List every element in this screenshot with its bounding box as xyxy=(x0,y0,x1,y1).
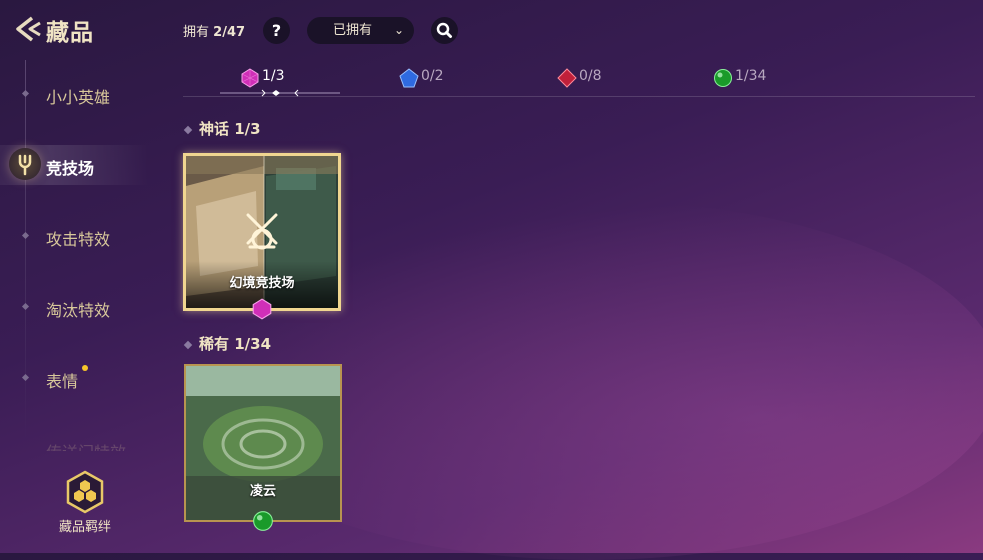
tab-count: 1/3 xyxy=(262,68,285,84)
new-indicator-dot xyxy=(82,365,88,371)
section-bullet xyxy=(183,125,193,134)
owned-label: 拥有 xyxy=(183,25,210,40)
legendary-gem-icon xyxy=(557,68,577,88)
help-button[interactable]: ? xyxy=(263,17,290,44)
sidebar-item-label: 传送门特效 xyxy=(46,439,126,451)
sidebar-item-emotes[interactable]: 表情 xyxy=(0,358,165,398)
sidebar-item-portal-effects[interactable]: 传送门特效 xyxy=(0,429,165,451)
sidebar-item-label: 攻击特效 xyxy=(46,230,111,249)
sidebar-item-label: 小小英雄 xyxy=(46,88,111,107)
section-rare-header: 稀有 1/34 xyxy=(183,333,272,354)
tab-indicator xyxy=(220,89,340,97)
tab-count: 0/2 xyxy=(421,68,444,84)
arena-icon xyxy=(9,148,41,180)
sidebar-item-elimination-effects[interactable]: 淘汰特效 xyxy=(0,287,165,327)
collection-bond-label: 藏品羁绊 xyxy=(58,520,111,535)
owned-filter-dropdown[interactable]: 已拥有 ⌄ xyxy=(307,17,414,44)
header: 藏品 拥有 2/47 ? 已拥有 ⌄ xyxy=(0,0,983,60)
page-title: 藏品 xyxy=(46,20,94,46)
sidebar-item-label: 竞技场 xyxy=(46,159,95,178)
epic-gem-icon xyxy=(399,68,419,88)
search-icon xyxy=(436,22,452,38)
sidebar-item-label: 淘汰特效 xyxy=(46,301,111,320)
sidebar-item-attack-effects[interactable]: 攻击特效 xyxy=(0,216,165,256)
chevron-down-icon: ⌄ xyxy=(393,23,404,37)
filter-selected: 已拥有 xyxy=(333,23,373,38)
bullet-dot xyxy=(21,89,30,98)
arena-card-rare[interactable]: 凌云 xyxy=(184,364,342,531)
card-title: 幻境竞技场 xyxy=(229,276,295,291)
mythic-gem-icon xyxy=(252,298,272,320)
mythic-gem-icon xyxy=(241,68,259,88)
sidebar: 小小英雄 竞技场 攻击特效 淘汰特效 表情 传送门特效 xyxy=(0,60,165,460)
arena-card-mythic[interactable]: 幻境竞技场 xyxy=(183,153,341,320)
section-title: 稀有 1/34 xyxy=(199,335,272,353)
sidebar-item-label: 表情 xyxy=(46,372,79,391)
bullet-dot xyxy=(21,231,30,240)
bullet-dot xyxy=(21,302,30,311)
sidebar-item-little-legends[interactable]: 小小英雄 xyxy=(0,74,165,114)
sidebar-item-arena[interactable]: 竞技场 xyxy=(0,145,165,185)
card-title: 凌云 xyxy=(249,484,276,499)
back-arrow-icon[interactable] xyxy=(12,14,42,44)
search-button[interactable] xyxy=(431,17,458,44)
honeycomb-icon xyxy=(66,470,104,514)
tab-count: 0/8 xyxy=(579,68,602,84)
tab-count: 1/34 xyxy=(735,68,767,84)
collection-bond-button[interactable]: 藏品羁绊 xyxy=(50,470,120,540)
owned-counter: 拥有 2/47 xyxy=(183,21,245,40)
section-title: 神话 1/3 xyxy=(199,120,261,138)
rarity-tabs: 1/3 0/2 0/8 1/34 xyxy=(183,60,975,97)
bullet-dot xyxy=(21,373,30,382)
owned-count: 2/47 xyxy=(213,25,246,40)
section-bullet xyxy=(183,340,193,349)
rare-gem-icon xyxy=(253,511,273,531)
section-mythic-header: 神话 1/3 xyxy=(183,118,261,139)
rare-gem-icon xyxy=(714,69,732,87)
